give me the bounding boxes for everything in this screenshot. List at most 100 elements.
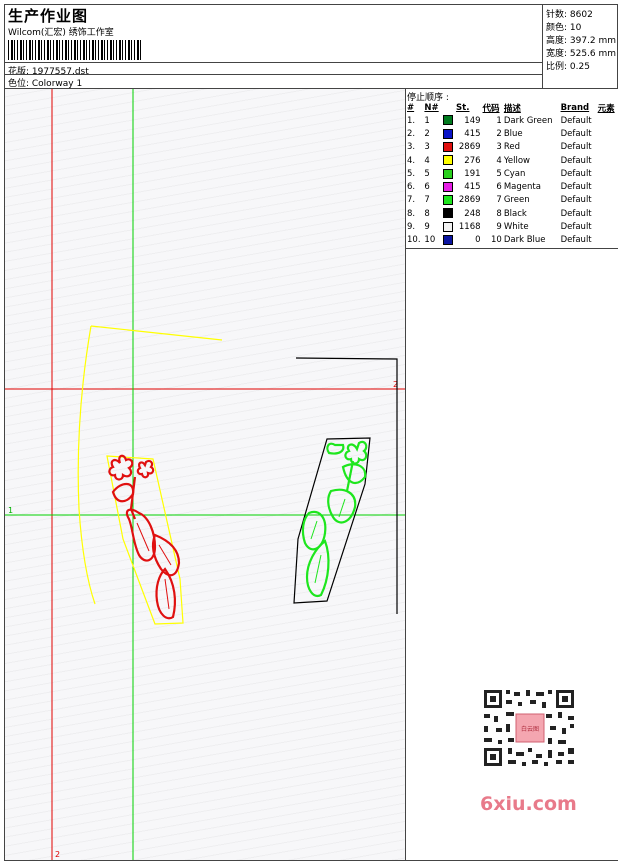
row-index: 8.	[407, 208, 416, 219]
col-index: #	[407, 103, 415, 113]
row-code: 10	[491, 235, 502, 246]
color-swatch-cell	[442, 154, 455, 167]
row-brand: Default	[560, 222, 592, 233]
page-title: 生产作业图	[8, 7, 89, 25]
col-code: 代码	[482, 104, 500, 114]
row-code: 5	[496, 168, 502, 179]
row-needle: 6	[424, 182, 430, 193]
color-swatch-icon	[442, 181, 453, 192]
row-stitches: 2869	[458, 195, 481, 206]
row-description: Green	[503, 195, 530, 206]
row-stitches: 248	[464, 208, 481, 219]
row-stitches: 415	[464, 182, 481, 193]
table-row: 1. 1 149 1 Dark Green Default	[406, 114, 618, 127]
header-divider	[5, 74, 542, 75]
color-swatch-icon	[442, 115, 453, 126]
table-row: 10. 10 0 10 Dark Blue Default	[406, 234, 618, 247]
red-leaf	[111, 482, 135, 503]
row-stitches: 276	[464, 155, 481, 166]
row-code: 6	[496, 182, 502, 193]
row-needle: 8	[424, 208, 430, 219]
row-needle: 1	[424, 115, 430, 126]
axis-label-left: 1	[8, 506, 13, 515]
row-index: 10.	[407, 235, 421, 246]
col-needle: N#	[424, 103, 439, 113]
qr-code-graphic: 白云图	[482, 688, 576, 768]
row-brand: Default	[560, 168, 592, 179]
row-code: 3	[496, 142, 502, 153]
row-element	[597, 114, 618, 127]
col-description: 描述	[503, 104, 521, 114]
color-swatch-icon	[442, 168, 453, 179]
col-brand: Brand	[560, 103, 590, 113]
row-needle: 3	[424, 142, 430, 153]
table-row: 5. 5 191 5 Cyan Default	[406, 167, 618, 180]
row-element	[597, 207, 618, 220]
table-row: 7. 7 2869 7 Green Default	[406, 194, 618, 207]
red-leaf	[125, 508, 157, 562]
qr-center-text: 白云图	[521, 725, 539, 733]
header-divider	[5, 62, 542, 63]
red-flower	[108, 454, 134, 481]
stat-stitches: 针数: 8602	[546, 10, 593, 20]
color-swatch-cell	[442, 180, 455, 193]
row-element	[597, 127, 618, 140]
green-flower-bud	[326, 442, 345, 455]
row-brand: Default	[560, 115, 592, 126]
stat-colors: 颜色: 10	[546, 23, 582, 33]
row-needle: 4	[424, 155, 430, 166]
row-brand: Default	[560, 195, 592, 206]
row-element	[597, 194, 618, 207]
site-watermark-logo: 6xiu.com	[480, 793, 577, 815]
yellow-guide-line	[90, 325, 223, 341]
row-needle: 9	[424, 222, 430, 233]
color-swatch-cell	[442, 167, 455, 180]
row-stitches: 2869	[458, 142, 481, 153]
row-description: Black	[503, 208, 527, 219]
row-brand: Default	[560, 128, 592, 139]
yellow-motif-outline	[106, 455, 184, 625]
row-description: Blue	[503, 128, 523, 139]
barcode-icon	[8, 40, 143, 60]
row-index: 3.	[407, 142, 416, 153]
row-needle: 10	[424, 235, 436, 246]
row-code: 4	[496, 155, 502, 166]
row-element	[597, 167, 618, 180]
row-needle: 7	[424, 195, 430, 206]
black-frame-line	[295, 357, 398, 614]
embroidery-design-canvas: 2 1 2	[5, 89, 405, 860]
row-index: 2.	[407, 128, 416, 139]
table-row: 3. 3 2869 3 Red Default	[406, 141, 618, 154]
stat-scale: 比例: 0.25	[546, 62, 590, 72]
row-description: Dark Green	[503, 115, 553, 126]
row-needle: 5	[424, 168, 430, 179]
col-stitches: St.	[456, 103, 470, 113]
stop-sequence-table: # N# St. 代码 描述 Brand 元素 1. 1 149 1 Dark Gree…	[406, 102, 618, 247]
color-swatch-icon	[442, 221, 453, 232]
panel-divider	[406, 248, 618, 249]
row-brand: Default	[560, 235, 592, 246]
row-element	[597, 141, 618, 154]
colorway-label: 色位: Colorway 1	[8, 79, 83, 89]
row-description: Magenta	[503, 182, 541, 193]
sheet-header: 生产作业图 Wilcom(汇宏) 绣饰工作室 花版: 1977557.dst 色…	[5, 5, 617, 89]
row-stitches: 149	[464, 115, 481, 126]
color-swatch-cell	[442, 141, 455, 154]
green-leaf	[341, 463, 367, 485]
production-worksheet: 生产作业图 Wilcom(汇宏) 绣饰工作室 花版: 1977557.dst 色…	[4, 4, 618, 861]
color-swatch-icon	[442, 208, 453, 219]
color-swatch-icon	[442, 155, 453, 166]
color-swatch-icon	[442, 235, 453, 246]
stat-height: 高度: 397.2 mm	[546, 36, 617, 46]
qr-code-icon: 白云图	[470, 682, 588, 772]
table-header-row: # N# St. 代码 描述 Brand 元素	[406, 102, 618, 114]
row-code: 1	[496, 115, 502, 126]
row-stitches: 1168	[458, 222, 481, 233]
table-row: 2. 2 415 2 Blue Default	[406, 127, 618, 140]
company-name: Wilcom(汇宏) 绣饰工作室	[8, 28, 114, 38]
red-leaf	[155, 567, 176, 620]
color-swatch-cell	[442, 220, 455, 233]
table-row: 8. 8 248 8 Black Default	[406, 207, 618, 220]
color-swatch-cell	[442, 234, 455, 247]
row-needle: 2	[424, 128, 430, 139]
